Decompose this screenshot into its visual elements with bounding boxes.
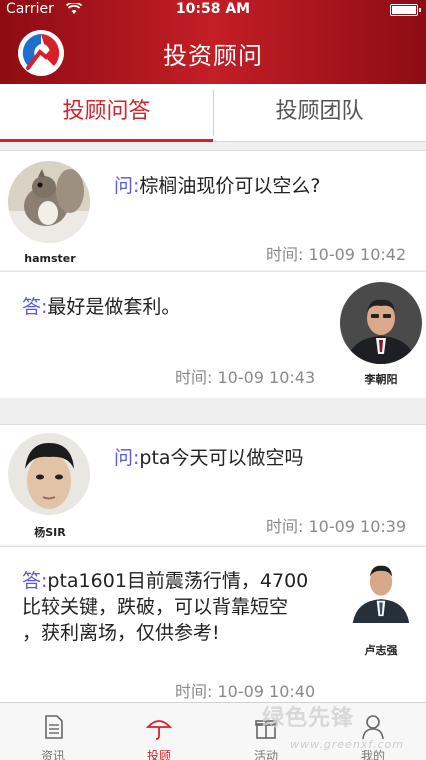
answer-text: 答:最好是做套利。 (22, 294, 180, 320)
answer-line: 比较关键，跌破，可以背靠短空 (22, 596, 289, 618)
tab-advisor[interactable]: 投顾 (106, 703, 212, 760)
app-screen: Carrier 10:58 AM 投资顾问 投顾问答 投顾团队 hamster … (0, 0, 426, 760)
battery-icon (390, 4, 421, 16)
user-icon (362, 715, 384, 740)
question-prefix: 问: (114, 175, 140, 197)
status-time: 10:58 AM (175, 1, 251, 17)
user-name: 杨SIR (34, 526, 66, 539)
advisor-name: 李朝阳 (364, 373, 398, 386)
watermark-url: www.greenxf.com (290, 738, 404, 751)
question-body: 棕榈油现价可以空么? (139, 175, 321, 197)
user-avatar-squirrel (8, 161, 90, 243)
tab-advisor-label: 投顾 (146, 749, 171, 760)
user-avatar-portrait (8, 433, 90, 515)
answer-body: 最好是做套利。 (47, 296, 181, 318)
answer-line: pta1601目前震荡行情，4700 (47, 570, 309, 592)
answer-time: 时间: 10-09 10:43 (175, 368, 316, 387)
question-time: 时间: 10-09 10:39 (266, 517, 407, 536)
status-bar: Carrier 10:58 AM (0, 0, 426, 20)
document-icon (45, 715, 63, 739)
answer-line: ，获利离场，仅供参考! (22, 622, 220, 644)
advisor-name: 卢志强 (364, 644, 398, 657)
answer-prefix: 答: (22, 296, 48, 318)
question-card[interactable]: 杨SIR 问:pta今天可以做空吗 时间: 10-09 10:39 (0, 424, 426, 545)
umbrella-icon (145, 720, 173, 740)
tab-advisor-qa[interactable]: 投顾问答 (0, 84, 213, 142)
watermark-text: 绿色先锋 (262, 706, 355, 731)
tab-news-label: 资讯 (40, 749, 65, 760)
bottom-tab-bar: 资讯 投顾 活动 我的 (0, 702, 426, 760)
user-name: hamster (24, 252, 76, 265)
question-text: 问:pta今天可以做空吗 (114, 445, 304, 471)
advisor-avatar (346, 553, 416, 623)
question-time: 时间: 10-09 10:42 (266, 245, 407, 264)
question-text: 问:棕榈油现价可以空么? (114, 173, 321, 199)
nav-header: Carrier 10:58 AM 投资顾问 (0, 0, 426, 84)
advisor-avatar (340, 282, 422, 364)
answer-text: 答:pta1601目前震荡行情，4700 比较关键，跌破，可以背靠短空 ，获利离… (22, 568, 332, 646)
segment-tabs: 投顾问答 投顾团队 (0, 84, 426, 142)
answer-card[interactable]: 答:pta1601目前震荡行情，4700 比较关键，跌破，可以背靠短空 ，获利离… (0, 546, 426, 702)
tab-news[interactable]: 资讯 (0, 703, 106, 760)
page-title: 投资顾问 (163, 42, 263, 70)
question-body: pta今天可以做空吗 (139, 447, 304, 469)
answer-prefix: 答: (22, 570, 48, 592)
tab-advisor-team[interactable]: 投顾团队 (213, 84, 426, 142)
question-prefix: 问: (114, 447, 140, 469)
question-card[interactable]: hamster 问:棕榈油现价可以空么? 时间: 10-09 10:42 (0, 150, 426, 270)
answer-card[interactable]: 答:最好是做套利。 李朝阳 时间: 10-09 10:43 (0, 271, 426, 398)
answer-time: 时间: 10-09 10:40 (175, 682, 316, 701)
